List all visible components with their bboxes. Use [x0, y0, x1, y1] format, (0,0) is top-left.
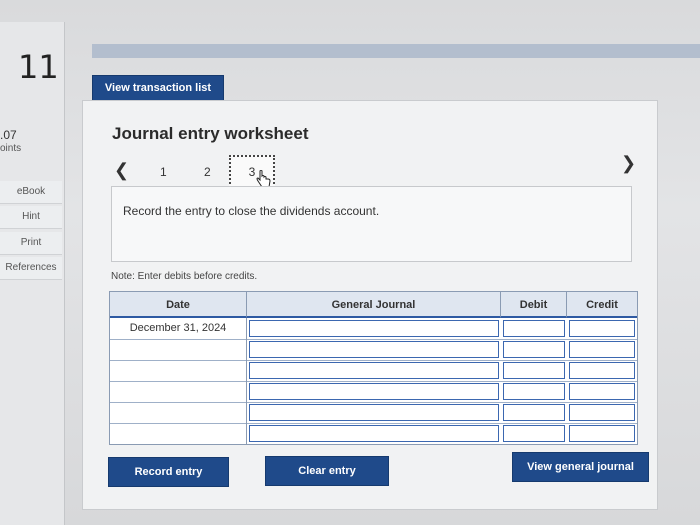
sidebar-item-print[interactable]: Print: [0, 232, 62, 255]
record-entry-button[interactable]: Record entry: [108, 457, 229, 487]
account-input[interactable]: [249, 341, 499, 358]
table-row: [110, 423, 637, 444]
worksheet-title: Journal entry worksheet: [112, 124, 309, 143]
header-strip: [92, 44, 700, 58]
chevron-left-icon[interactable]: ❮: [114, 160, 129, 181]
header-general-journal: General Journal: [247, 292, 501, 318]
credit-input[interactable]: [569, 320, 635, 337]
credit-input[interactable]: [569, 425, 635, 442]
chevron-right-icon[interactable]: ❯: [621, 153, 636, 174]
instruction-box: [111, 186, 632, 262]
view-transaction-list-button[interactable]: View transaction list: [92, 75, 224, 101]
question-number: 11: [18, 48, 59, 86]
sidebar-item-references[interactable]: References: [0, 257, 62, 280]
sidebar-item-hint[interactable]: Hint: [0, 206, 62, 229]
note-text: Note: Enter debits before credits.: [111, 271, 258, 282]
debit-input[interactable]: [503, 425, 565, 442]
debit-input[interactable]: [503, 362, 565, 379]
account-input[interactable]: [249, 320, 499, 337]
debit-input[interactable]: [503, 383, 565, 400]
header-credit: Credit: [567, 292, 637, 318]
credit-input[interactable]: [569, 383, 635, 400]
debit-input[interactable]: [503, 341, 565, 358]
sidebar-item-ebook[interactable]: eBook: [0, 181, 62, 204]
question-score: .07: [0, 128, 17, 142]
date-cell: [110, 339, 247, 360]
points-label: oints: [0, 143, 22, 154]
account-input[interactable]: [249, 404, 499, 421]
date-cell: December 31, 2024: [110, 318, 247, 339]
credit-input[interactable]: [569, 404, 635, 421]
account-input[interactable]: [249, 383, 499, 400]
account-input[interactable]: [249, 425, 499, 442]
header-date: Date: [110, 292, 247, 318]
date-cell: [110, 423, 247, 444]
date-cell: [110, 360, 247, 381]
credit-input[interactable]: [569, 341, 635, 358]
date-cell: [110, 402, 247, 423]
credit-input[interactable]: [569, 362, 635, 379]
header-debit: Debit: [501, 292, 567, 318]
page-tab-1[interactable]: 1: [160, 165, 167, 179]
journal-table: Date General Journal Debit Credit Decemb…: [109, 291, 638, 445]
table-row: [110, 360, 637, 382]
view-general-journal-button[interactable]: View general journal: [512, 452, 649, 482]
debit-input[interactable]: [503, 320, 565, 337]
clear-entry-button[interactable]: Clear entry: [265, 456, 389, 486]
table-row: [110, 381, 637, 403]
debit-input[interactable]: [503, 404, 565, 421]
date-cell: [110, 381, 247, 402]
table-row: [110, 402, 637, 424]
account-input[interactable]: [249, 362, 499, 379]
table-row: [110, 339, 637, 361]
instruction-text: Record the entry to close the dividends …: [123, 204, 380, 218]
page-tab-2[interactable]: 2: [204, 165, 211, 179]
table-row: December 31, 2024: [110, 318, 637, 340]
